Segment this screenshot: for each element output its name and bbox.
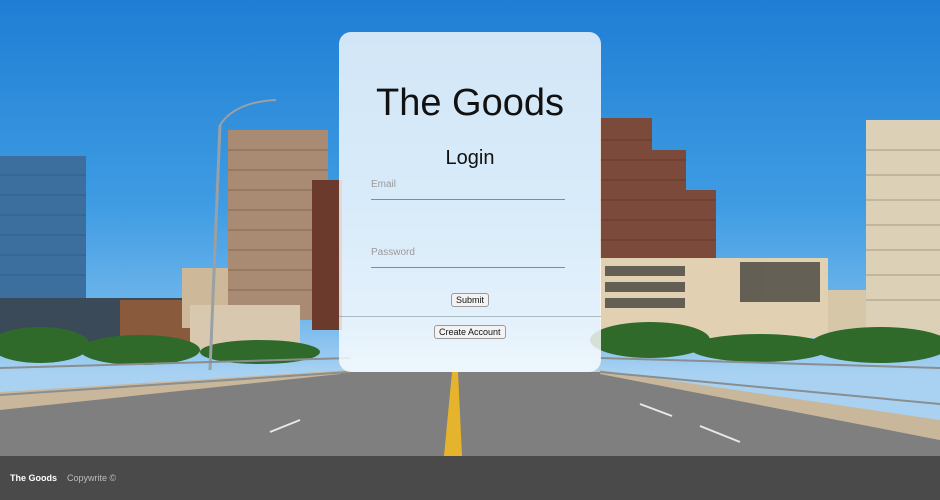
footer-brand[interactable]: The Goods (10, 473, 57, 483)
login-card: The Goods Login (339, 32, 601, 372)
password-field[interactable] (371, 238, 565, 268)
footer: The Goods Copywrite © (0, 456, 940, 500)
footer-copyright: Copywrite © (67, 473, 117, 483)
submit-button[interactable]: Submit (451, 293, 490, 307)
create-account-button[interactable]: Create Account (434, 325, 506, 339)
card-divider (339, 316, 601, 317)
email-field[interactable] (371, 170, 565, 200)
app-title: The Goods (376, 82, 564, 124)
login-heading: Login (445, 147, 495, 169)
